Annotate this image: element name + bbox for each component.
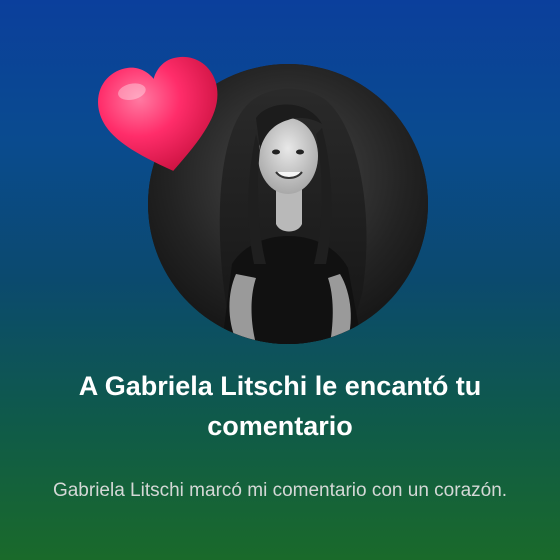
notification-title: A Gabriela Litschi le encantó tu comenta… [78,371,482,441]
notification-card[interactable]: A Gabriela Litschi le encantó tu comenta… [0,0,560,560]
notification-message: Gabriela Litschi marcó mi comentario con… [52,480,508,501]
heart-icon [94,52,230,184]
